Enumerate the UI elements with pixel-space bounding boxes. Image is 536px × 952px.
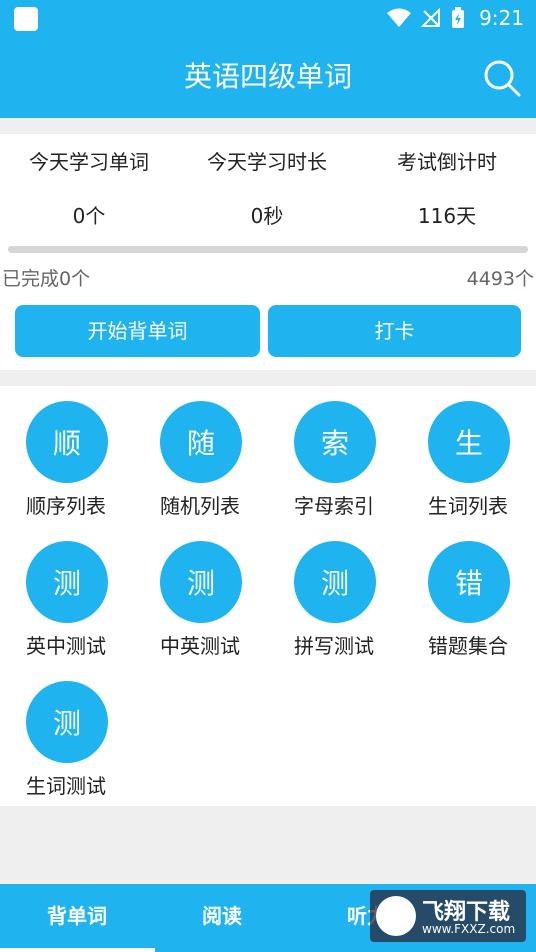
test-icon: 测 xyxy=(160,541,242,623)
grid-item-label: 生词列表 xyxy=(428,494,508,518)
no-signal-icon xyxy=(421,8,441,27)
wifi-icon xyxy=(387,8,412,27)
watermark-url: www.FXXZ.com xyxy=(422,922,516,936)
test-icon: 测 xyxy=(26,541,108,623)
grid-item-mistakes[interactable]: 错 错题集合 xyxy=(402,526,536,666)
grid-item-letter-index[interactable]: 索 字母索引 xyxy=(268,386,402,526)
grid-item-label: 生词测试 xyxy=(26,774,106,798)
watermark: 飞翔下载 www.FXXZ.com xyxy=(370,890,526,942)
test-icon: 测 xyxy=(26,681,108,763)
stat-label: 考试倒计时 xyxy=(397,150,497,174)
grid-item-sequential-list[interactable]: 顺 顺序列表 xyxy=(0,386,134,526)
start-memorize-button[interactable]: 开始背单词 xyxy=(15,305,260,357)
index-icon: 索 xyxy=(294,401,376,483)
stat-value: 0秒 xyxy=(250,204,284,228)
watermark-logo-icon xyxy=(376,896,416,936)
feature-grid: 顺 顺序列表 随 随机列表 索 字母索引 生 生词列表 测 英中测试 测 中英测… xyxy=(0,386,536,806)
grid-item-random-list[interactable]: 随 随机列表 xyxy=(134,386,268,526)
status-time: 9:21 xyxy=(479,6,524,30)
completed-count: 已完成0个 xyxy=(2,268,91,290)
grid-item-label: 顺序列表 xyxy=(26,494,106,518)
test-icon: 测 xyxy=(294,541,376,623)
grid-item-label: 英中测试 xyxy=(26,634,106,658)
grid-item-label: 字母索引 xyxy=(294,494,374,518)
tab-reading[interactable]: 阅读 xyxy=(155,884,289,948)
status-icons: 9:21 xyxy=(387,0,524,36)
grid-item-new-words-list[interactable]: 生 生词列表 xyxy=(402,386,536,526)
stat-value: 0个 xyxy=(72,204,106,228)
grid-item-label: 错题集合 xyxy=(428,634,508,658)
mistakes-icon: 错 xyxy=(428,541,510,623)
check-in-button[interactable]: 打卡 xyxy=(268,305,521,357)
stat-label: 今天学习单词 xyxy=(29,150,149,174)
page-title: 英语四级单词 xyxy=(183,60,352,93)
stat-value: 116天 xyxy=(417,204,477,228)
grid-item-new-words-test[interactable]: 测 生词测试 xyxy=(0,666,134,806)
sequential-icon: 顺 xyxy=(26,401,108,483)
notification-icon xyxy=(14,7,38,31)
grid-item-label: 拼写测试 xyxy=(294,634,374,658)
grid-item-label: 中英测试 xyxy=(160,634,240,658)
stat-label: 今天学习时长 xyxy=(207,150,327,174)
stats-card: 今天学习单词 0个 今天学习时长 0秒 考试倒计时 116天 已完成0个 449… xyxy=(0,134,536,370)
status-bar: 9:21 xyxy=(0,0,536,36)
grid-item-cn-en-test[interactable]: 测 中英测试 xyxy=(134,526,268,666)
progress-bar xyxy=(8,246,528,253)
search-icon xyxy=(484,60,521,97)
app-bar: 英语四级单词 xyxy=(0,36,536,118)
grid-item-label: 随机列表 xyxy=(160,494,240,518)
active-tab-indicator xyxy=(0,948,155,952)
new-words-icon: 生 xyxy=(428,401,510,483)
grid-item-en-cn-test[interactable]: 测 英中测试 xyxy=(0,526,134,666)
grid-item-spelling-test[interactable]: 测 拼写测试 xyxy=(268,526,402,666)
search-button[interactable] xyxy=(482,58,522,98)
random-icon: 随 xyxy=(160,401,242,483)
tab-memorize-words[interactable]: 背单词 xyxy=(10,884,144,948)
total-count: 4493个 xyxy=(466,268,534,290)
battery-charging-icon xyxy=(452,7,465,28)
